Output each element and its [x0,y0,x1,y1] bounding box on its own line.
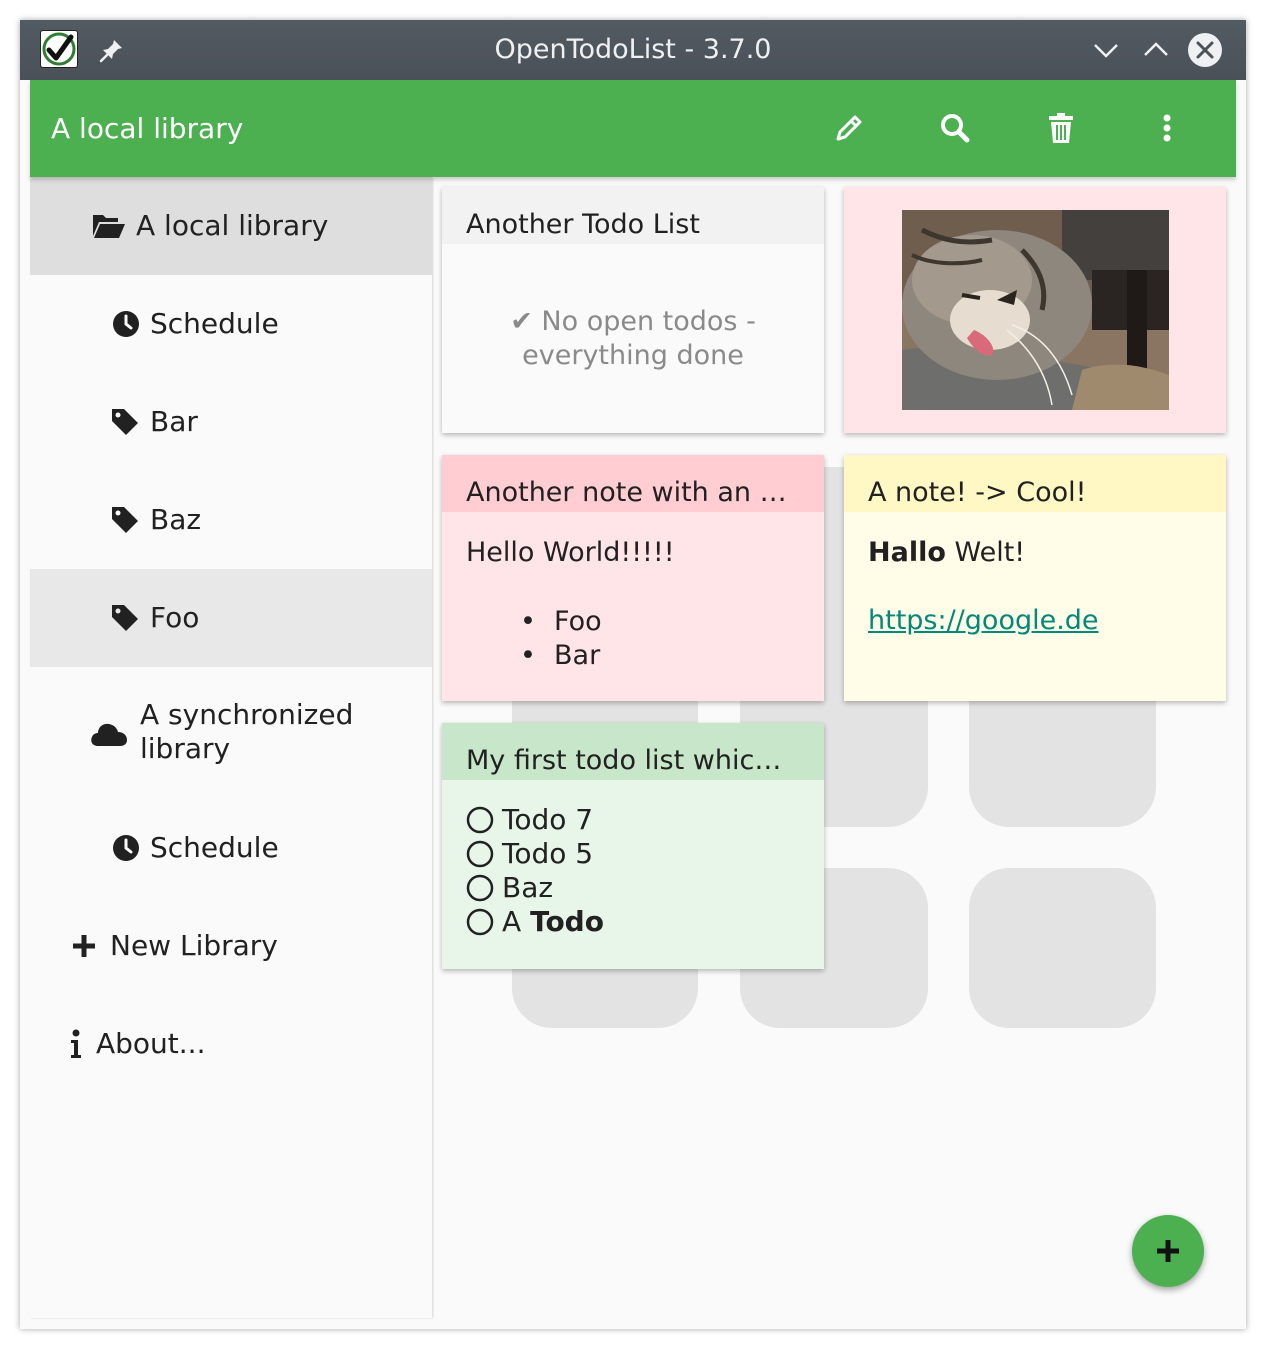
plus-icon [73,935,95,957]
more-vertical-icon[interactable] [1149,110,1185,146]
background-tile [824,467,844,627]
sidebar-item-synchronized-library[interactable]: A synchronized library [30,667,432,787]
circle-checkbox-icon[interactable] [466,908,494,936]
clock-icon [113,311,139,337]
note-card[interactable]: Another note with an … Hello World!!!!! … [442,455,824,701]
search-icon[interactable] [937,110,973,146]
window-titlebar[interactable]: OpenTodoList - 3.7.0 [20,20,1246,80]
empty-state-text: everything done [522,340,744,371]
sidebar-item-label: Schedule [150,307,279,340]
window-title: OpenTodoList - 3.7.0 [494,34,772,65]
sidebar-item-label: Baz [150,503,202,536]
sidebar-item-local-library[interactable]: A local library [30,177,432,275]
sidebar-item-label: A synchronized [140,698,354,731]
sidebar-item-tag-bar[interactable]: Bar [30,373,432,471]
empty-state-text: ✔ No open todos - [510,306,756,337]
background-tile [969,868,1156,1028]
trash-icon[interactable] [1043,110,1079,146]
todo-item[interactable]: Baz [466,871,604,905]
circle-checkbox-icon[interactable] [466,874,494,902]
sidebar-item-label: About... [96,1027,206,1060]
note-text: Hello World!!!!! [466,537,675,568]
sidebar-item-schedule-sync[interactable]: Schedule [30,799,432,897]
todo-item[interactable]: Todo 5 [466,837,604,871]
circle-checkbox-icon[interactable] [466,840,494,868]
todo-list-card[interactable]: Another Todo List ✔ No open todos - ever… [442,187,824,433]
page-title: A local library [51,112,244,145]
app-toolbar: A local library [30,80,1236,177]
add-item-button[interactable] [1132,1215,1204,1287]
sidebar-item-tag-baz[interactable]: Baz [30,471,432,569]
tag-icon [112,507,138,533]
sidebar-item-new-library[interactable]: New Library [30,897,432,995]
list-item: • Bar [520,640,601,671]
todo-item[interactable]: A Todo [466,905,604,939]
todo-list-card[interactable]: My first todo list whic… Todo 7 Todo 5 B… [442,723,824,969]
library-items-grid: Another Todo List ✔ No open todos - ever… [432,177,1236,1318]
cloud-icon [91,723,127,746]
sidebar-item-label: library [140,732,231,765]
clock-icon [113,835,139,861]
sidebar-item-schedule[interactable]: Schedule [30,275,432,373]
app-window: OpenTodoList - 3.7.0 A local library A l… [20,20,1246,1329]
sidebar-item-label: Bar [150,405,198,438]
note-link[interactable]: https://google.de [868,605,1099,636]
card-title: Another note with an … [442,455,824,512]
sidebar-item-about[interactable]: About... [30,995,432,1093]
sidebar-item-label: A local library [136,209,329,242]
note-text: Hallo Welt! [868,537,1026,568]
card-title: My first todo list whic… [442,723,824,780]
card-title: Another Todo List [442,187,824,244]
image-card[interactable] [844,187,1226,433]
sidebar-item-label: New Library [110,929,278,962]
edit-icon[interactable] [831,110,867,146]
maximize-chevron-up-icon[interactable] [1140,34,1172,66]
sidebar: A local library Schedule Bar Baz Foo A s… [30,177,432,1318]
sidebar-item-label: Foo [150,601,200,634]
tag-icon [112,409,138,435]
window-close-button[interactable] [1188,33,1222,67]
circle-checkbox-icon[interactable] [466,806,494,834]
info-icon [71,1029,81,1058]
card-title: A note! -> Cool! [844,455,1226,512]
cat-photo [902,210,1169,410]
list-item: • Foo [520,606,602,637]
close-icon [1196,41,1214,59]
tag-icon [112,605,138,631]
plus-icon [1157,1240,1179,1262]
sidebar-item-label: Schedule [150,831,279,864]
todo-item[interactable]: Todo 7 [466,803,604,837]
folder-open-icon [93,215,125,238]
minimize-chevron-down-icon[interactable] [1090,34,1122,66]
note-card[interactable]: A note! -> Cool! Hallo Welt! https://goo… [844,455,1226,701]
sidebar-item-tag-foo[interactable]: Foo [30,569,432,667]
